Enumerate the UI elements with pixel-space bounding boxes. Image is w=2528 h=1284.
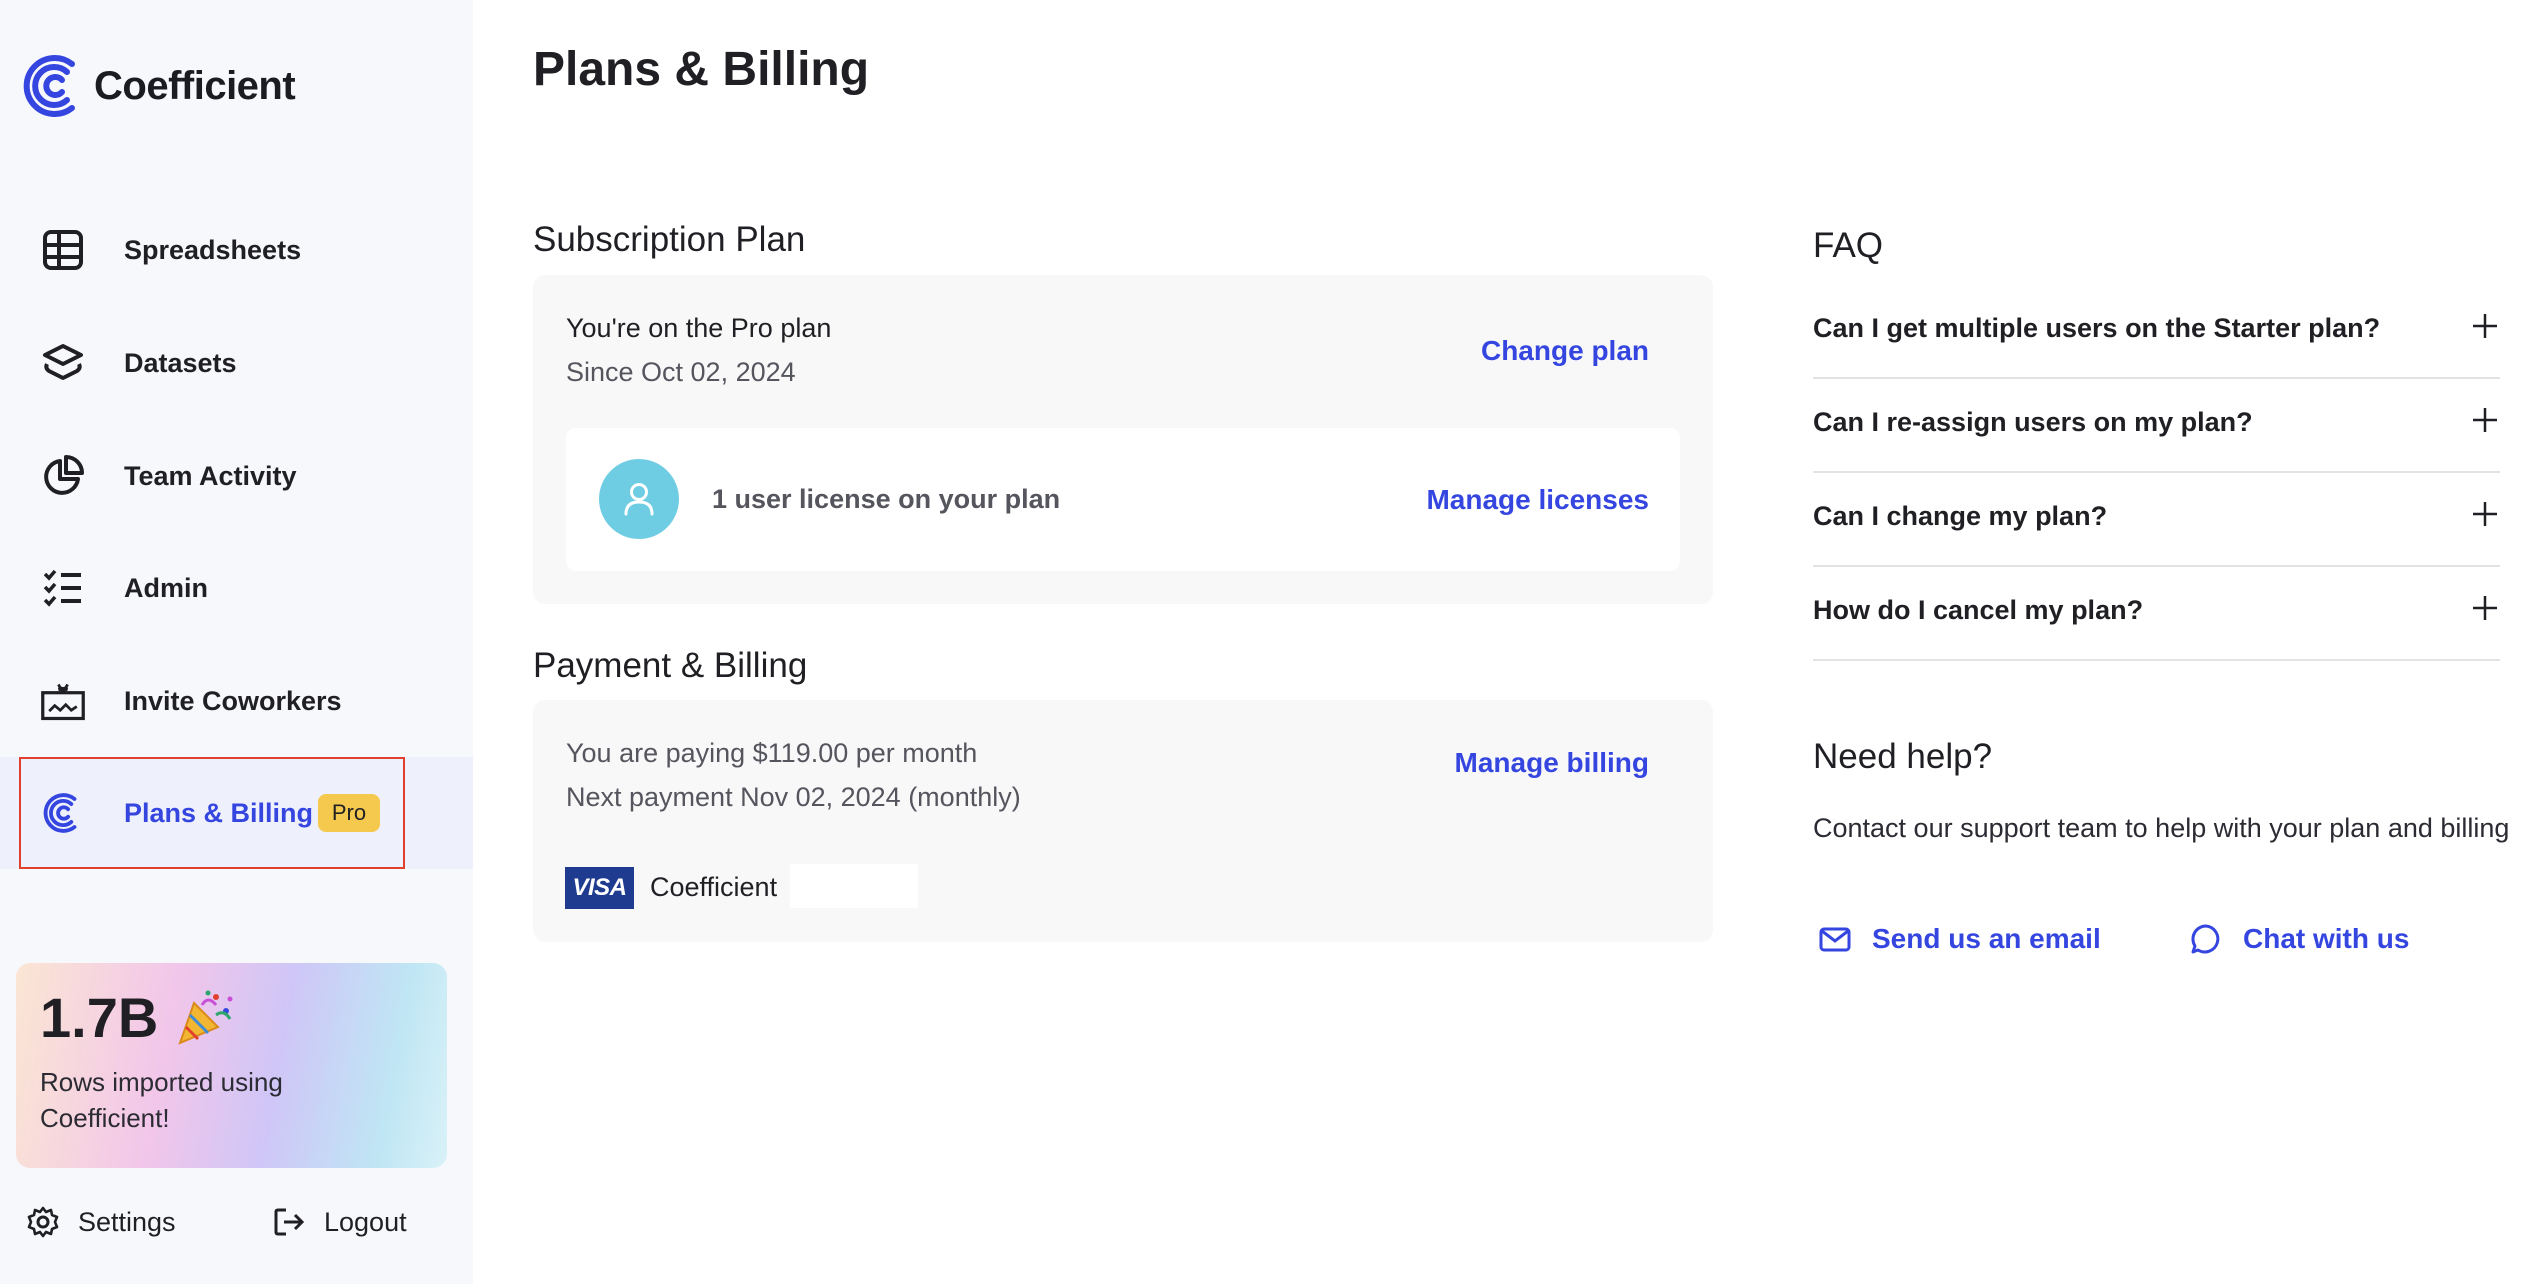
logout-icon bbox=[274, 1208, 305, 1236]
send-email-label: Send us an email bbox=[1872, 923, 2101, 954]
visa-card-logo: VISA bbox=[565, 867, 634, 909]
party-popper-icon bbox=[178, 990, 233, 1045]
layers-icon bbox=[40, 340, 86, 386]
subscription-card: You're on the Pro plan Since Oct 02, 202… bbox=[533, 275, 1713, 604]
paying-text: You are paying $119.00 per month bbox=[566, 738, 978, 768]
plus-icon[interactable] bbox=[2470, 593, 2500, 623]
brand-logo[interactable]: Coefficient bbox=[22, 50, 296, 122]
plus-icon[interactable] bbox=[2470, 405, 2500, 435]
license-text: 1 user license on your plan bbox=[712, 484, 1061, 514]
card-holder-name: Coefficient bbox=[650, 872, 778, 902]
sidebar-item-label: Invite Coworkers bbox=[124, 685, 342, 716]
brand-name: Coefficient bbox=[94, 63, 296, 108]
promo-text: Rows imported using Coefficient! bbox=[40, 1067, 283, 1133]
manage-licenses-link[interactable]: Manage licenses bbox=[1426, 484, 1649, 516]
user-icon bbox=[624, 483, 654, 516]
license-card: 1 user license on your plan Manage licen… bbox=[566, 428, 1680, 571]
page-title: Plans & Billing bbox=[533, 43, 870, 96]
faq-question: Can I change my plan? bbox=[1813, 501, 2108, 531]
change-plan-link[interactable]: Change plan bbox=[1481, 335, 1649, 367]
plus-icon[interactable] bbox=[2470, 499, 2500, 529]
help-title: Need help? bbox=[1813, 737, 1993, 776]
sidebar: Coefficient Spreadsheets Datasets Team A… bbox=[0, 0, 473, 1284]
plan-badge: Pro bbox=[318, 794, 380, 832]
faq-item[interactable]: Can I re-assign users on my plan? bbox=[1813, 379, 2500, 473]
faq-title: FAQ bbox=[1813, 226, 1884, 265]
faq-question: Can I re-assign users on my plan? bbox=[1813, 407, 2253, 437]
gift-icon bbox=[40, 678, 86, 724]
masked-card-number bbox=[790, 864, 918, 908]
promo-number: 1.7B bbox=[40, 986, 159, 1049]
settings-label: Settings bbox=[78, 1206, 176, 1237]
sidebar-item-admin[interactable]: Admin bbox=[0, 532, 473, 644]
sidebar-item-label: Team Activity bbox=[124, 460, 297, 491]
chat-bubble-icon bbox=[2191, 924, 2220, 954]
sidebar-item-team-activity[interactable]: Team Activity bbox=[0, 420, 473, 532]
coefficient-logo-icon bbox=[23, 55, 75, 117]
faq-question: Can I get multiple users on the Starter … bbox=[1813, 313, 2381, 343]
sidebar-item-label: Spreadsheets bbox=[124, 234, 302, 265]
next-payment-text: Next payment Nov 02, 2024 (monthly) bbox=[566, 782, 1021, 812]
pie-chart-icon bbox=[40, 453, 86, 499]
sidebar-item-label: Admin bbox=[124, 572, 208, 603]
gear-icon bbox=[27, 1206, 59, 1238]
settings-link[interactable]: Settings bbox=[26, 1205, 176, 1239]
payment-card: You are paying $119.00 per month Next pa… bbox=[533, 700, 1713, 942]
faq-item[interactable]: How do I cancel my plan? bbox=[1813, 567, 2500, 661]
logout-label: Logout bbox=[324, 1206, 407, 1237]
subscription-section-title: Subscription Plan bbox=[533, 220, 806, 259]
sidebar-item-datasets[interactable]: Datasets bbox=[0, 307, 473, 419]
chat-link[interactable]: Chat with us bbox=[2189, 922, 2409, 956]
sidebar-item-spreadsheets[interactable]: Spreadsheets bbox=[0, 194, 473, 306]
plan-since-text: Since Oct 02, 2024 bbox=[566, 357, 796, 387]
sidebar-item-label: Datasets bbox=[124, 347, 237, 378]
promo-card: 1.7B Rows imported using Coefficient! bbox=[16, 963, 447, 1168]
payment-section-title: Payment & Billing bbox=[533, 646, 808, 685]
logout-link[interactable]: Logout bbox=[272, 1205, 407, 1239]
sidebar-item-invite-coworkers[interactable]: Invite Coworkers bbox=[0, 645, 473, 757]
send-email-link[interactable]: Send us an email bbox=[1818, 922, 2101, 956]
avatar bbox=[599, 459, 679, 539]
current-plan-text: You're on the Pro plan bbox=[566, 313, 832, 343]
mail-icon bbox=[1819, 927, 1851, 952]
chat-label: Chat with us bbox=[2243, 923, 2410, 954]
help-text: Contact our support team to help with yo… bbox=[1813, 813, 2510, 843]
faq-item[interactable]: Can I change my plan? bbox=[1813, 473, 2500, 567]
faq-item[interactable]: Can I get multiple users on the Starter … bbox=[1813, 285, 2500, 379]
manage-billing-link[interactable]: Manage billing bbox=[1455, 747, 1649, 779]
table-icon bbox=[40, 227, 86, 273]
checklist-icon bbox=[40, 565, 86, 611]
plus-icon[interactable] bbox=[2470, 311, 2500, 341]
faq-question: How do I cancel my plan? bbox=[1813, 595, 2144, 625]
